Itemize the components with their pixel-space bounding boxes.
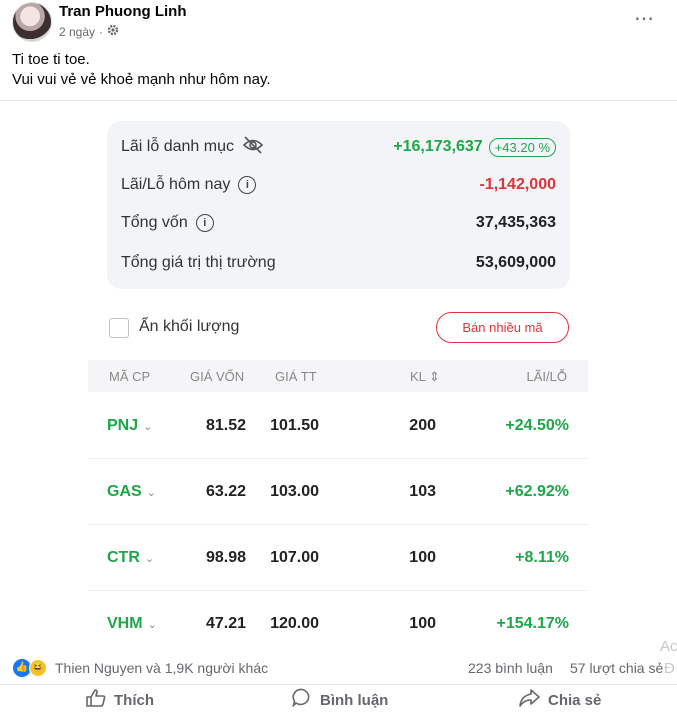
footer-divider: [0, 684, 677, 685]
post-meta: 2 ngày ·: [59, 24, 119, 39]
ticker-symbol: CTR: [107, 549, 140, 566]
eye-off-icon[interactable]: [242, 135, 264, 159]
comments-count[interactable]: 223 bình luận: [468, 660, 553, 676]
profit-loss-cell: +62.92%: [505, 483, 569, 500]
profit-loss-cell: +154.17%: [496, 615, 569, 632]
portfolio-pl-percent-badge: +43.20 %: [488, 137, 556, 157]
portfolio-pl-label: Lãi lỗ danh mục: [121, 138, 234, 155]
activate-watermark-top: Ac: [660, 638, 677, 655]
hide-volume-label[interactable]: Ẩn khối lượng: [139, 318, 239, 336]
header-cost-price: GIÁ VỐN: [190, 369, 245, 384]
post-time[interactable]: 2 ngày: [59, 25, 95, 39]
ticker-cell[interactable]: VHM ⌄: [107, 615, 157, 633]
activate-watermark-bottom: Đ: [664, 660, 675, 677]
market-price-cell: 103.00: [270, 483, 319, 500]
market-value-row: Tổng giá trị thị trường 53,609,000: [121, 251, 556, 275]
gear-icon[interactable]: [107, 24, 119, 39]
thumbs-up-icon: [86, 688, 106, 712]
post-text-line-1: Ti toe ti toe.: [12, 51, 90, 68]
capital-row: Tổng vốn i 37,435,363: [121, 211, 556, 235]
holdings-table-header: MÃ CP GIÁ VỐN GIÁ TT KL ⇕ LÃI/LỖ: [88, 360, 588, 392]
header-profit-loss: LÃI/LỖ: [526, 369, 567, 384]
share-arrow-icon: [519, 688, 540, 712]
sell-many-button[interactable]: Bán nhiều mã: [436, 312, 569, 343]
ticker-symbol: PNJ: [107, 417, 139, 434]
info-icon[interactable]: i: [195, 214, 214, 232]
portfolio-summary-card: Lãi lỗ danh mục +16,173,637 +43.20 % Lãi…: [107, 121, 570, 289]
meta-separator: ·: [99, 24, 104, 39]
portfolio-pl-value: +16,173,637: [393, 138, 483, 155]
info-icon[interactable]: i: [238, 176, 257, 194]
post-text-line-2: Vui vui vẻ vẻ khoẻ mạnh như hôm nay.: [12, 71, 271, 88]
more-options-icon[interactable]: ⋯: [634, 6, 655, 31]
portfolio-pl-row: Lãi lỗ danh mục +16,173,637 +43.20 %: [121, 135, 556, 159]
quantity-cell: 200: [409, 417, 436, 434]
share-button-label: Chia sẻ: [548, 691, 602, 709]
today-pl-value: -1,142,000: [479, 176, 556, 193]
post-divider: [0, 100, 677, 101]
cost-price-cell: 63.22: [205, 483, 246, 500]
shares-count[interactable]: 57 lượt chia sẻ: [570, 660, 663, 676]
cost-price-cell: 98.98: [205, 549, 246, 566]
profit-loss-cell: +8.11%: [515, 549, 569, 566]
quantity-cell: 103: [409, 483, 436, 500]
ticker-cell[interactable]: PNJ ⌄: [107, 417, 152, 435]
header-quantity-sort[interactable]: KL ⇕: [410, 369, 440, 385]
like-button[interactable]: Thích: [86, 688, 154, 712]
today-pl-row: Lãi/Lỗ hôm nay i -1,142,000: [121, 173, 556, 197]
header-ticker: MÃ CP: [109, 369, 151, 384]
author-name[interactable]: Tran Phuong Linh: [59, 3, 187, 20]
ticker-symbol: GAS: [107, 483, 142, 500]
market-price-cell: 120.00: [270, 615, 319, 632]
chevron-down-icon: ⌄: [143, 420, 153, 433]
capital-label: Tổng vốn: [121, 214, 188, 231]
post-text: Ti toe ti toe. Vui vui vẻ vẻ khoẻ mạnh n…: [12, 50, 271, 90]
quantity-cell: 100: [409, 549, 436, 566]
author-avatar[interactable]: [12, 2, 52, 42]
market-value-value: 53,609,000: [475, 254, 556, 271]
table-row[interactable]: VHM ⌄ 47.21 120.00 100 +154.17%: [88, 591, 588, 656]
ticker-cell[interactable]: GAS ⌄: [107, 483, 156, 501]
market-price-cell: 101.50: [270, 417, 319, 434]
capital-value: 37,435,363: [475, 214, 556, 231]
comment-button[interactable]: Bình luận: [292, 688, 389, 712]
reactions-summary[interactable]: Thien Nguyen và 1,9K người khác: [55, 660, 268, 676]
profit-loss-cell: +24.50%: [505, 417, 569, 434]
like-button-label: Thích: [114, 691, 154, 709]
haha-reaction-icon: 😆: [29, 659, 47, 677]
ticker-cell[interactable]: CTR ⌄: [107, 549, 154, 567]
market-price-cell: 107.00: [270, 549, 319, 566]
comment-button-label: Bình luận: [320, 691, 389, 709]
cost-price-cell: 81.52: [205, 417, 246, 434]
table-row[interactable]: GAS ⌄ 63.22 103.00 103 +62.92%: [88, 459, 588, 525]
market-value-label: Tổng giá trị thị trường: [121, 254, 276, 271]
ticker-symbol: VHM: [107, 615, 143, 632]
share-button[interactable]: Chia sẻ: [519, 688, 602, 712]
table-row[interactable]: CTR ⌄ 98.98 107.00 100 +8.11%: [88, 525, 588, 591]
quantity-cell: 100: [409, 615, 436, 632]
table-row[interactable]: PNJ ⌄ 81.52 101.50 200 +24.50%: [88, 393, 588, 459]
cost-price-cell: 47.21: [205, 615, 246, 632]
chevron-down-icon: ⌄: [144, 552, 155, 565]
hide-volume-checkbox[interactable]: [109, 318, 129, 338]
reaction-icons[interactable]: 👍 😆: [13, 659, 53, 677]
comment-bubble-icon: [292, 688, 312, 712]
header-market-price: GIÁ TT: [275, 369, 317, 384]
chevron-down-icon: ⌄: [147, 618, 157, 631]
today-pl-label: Lãi/Lỗ hôm nay: [121, 176, 231, 193]
chevron-down-icon: ⌄: [146, 486, 156, 499]
